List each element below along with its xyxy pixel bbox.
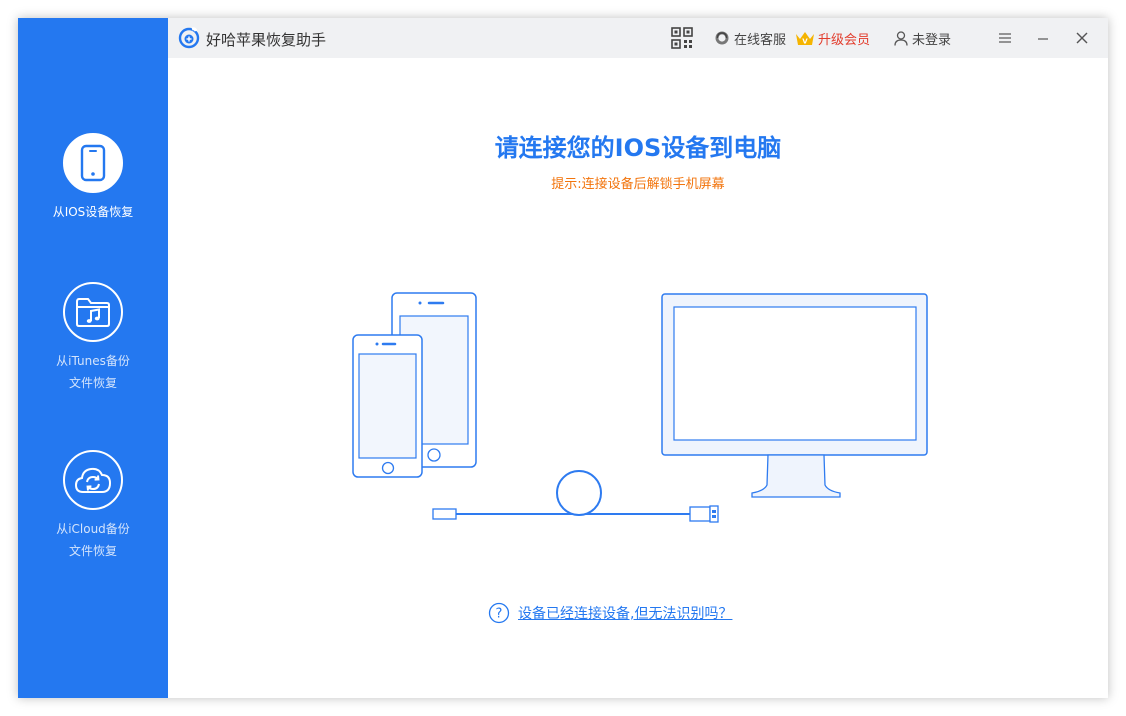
crown-icon: V xyxy=(796,32,814,46)
minimize-icon xyxy=(1038,38,1048,40)
sidebar-item-label: 文件恢复 xyxy=(68,544,117,558)
sidebar-item-label: 从IOS设备恢复 xyxy=(52,205,134,219)
svg-text:?: ? xyxy=(496,607,503,622)
online-service-label: 在线客服 xyxy=(734,32,787,48)
app-window: 从IOS设备恢复 从iTunes备份 文件恢复 从iCloud备份 文件恢复 好… xyxy=(18,18,1108,698)
login-button[interactable]: 未登录 xyxy=(894,18,951,58)
sidebar: 从IOS设备恢复 从iTunes备份 文件恢复 从iCloud备份 文件恢复 xyxy=(18,18,168,698)
login-label: 未登录 xyxy=(912,32,952,48)
connect-hint: 提示:连接设备后解锁手机屏幕 xyxy=(551,177,725,192)
svg-text:V: V xyxy=(802,38,808,46)
monitor-illustration xyxy=(661,293,928,498)
sidebar-item-label: 文件恢复 xyxy=(68,376,117,390)
device-not-recognized-link[interactable]: ? 设备已经连接设备,但无法识别吗？ xyxy=(488,602,732,624)
phone-icon xyxy=(63,133,123,193)
menu-button[interactable] xyxy=(998,18,1012,58)
minimize-button[interactable] xyxy=(1037,18,1049,58)
close-button[interactable] xyxy=(1075,18,1089,58)
music-folder-icon xyxy=(63,282,123,342)
app-logo-icon xyxy=(178,27,200,49)
sidebar-item-icloud-backup[interactable]: 从iCloud备份 文件恢复 xyxy=(18,450,168,562)
front-phone-illustration xyxy=(352,334,423,478)
qr-code-button[interactable] xyxy=(671,18,693,58)
headset-icon xyxy=(715,31,729,45)
question-circle-icon: ? xyxy=(488,602,510,624)
usb-cable-illustration xyxy=(432,470,719,523)
upgrade-vip-label: 升级会员 xyxy=(818,32,871,48)
title-bar: 好哈苹果恢复助手 在线客服 V 升级会员 未登录 xyxy=(168,18,1108,58)
sidebar-item-ios-recovery[interactable]: 从IOS设备恢复 xyxy=(18,133,168,223)
help-link-text: 设备已经连接设备,但无法识别吗？ xyxy=(518,606,733,622)
sidebar-item-label: 从iTunes备份 xyxy=(56,354,130,368)
menu-icon xyxy=(999,33,1011,43)
sidebar-item-itunes-backup[interactable]: 从iTunes备份 文件恢复 xyxy=(18,282,168,394)
cloud-sync-icon xyxy=(63,450,123,510)
app-title: 好哈苹果恢复助手 xyxy=(206,31,327,49)
page-title: 请连接您的IOS设备到电脑 xyxy=(494,134,782,162)
qr-code-icon xyxy=(671,27,693,49)
connect-device-illustration xyxy=(352,292,928,523)
sidebar-item-label: 从iCloud备份 xyxy=(56,522,130,536)
online-service-button[interactable]: 在线客服 xyxy=(714,18,786,58)
upgrade-vip-button[interactable]: V 升级会员 xyxy=(795,18,870,58)
close-icon xyxy=(1076,32,1088,44)
user-icon xyxy=(894,30,908,46)
